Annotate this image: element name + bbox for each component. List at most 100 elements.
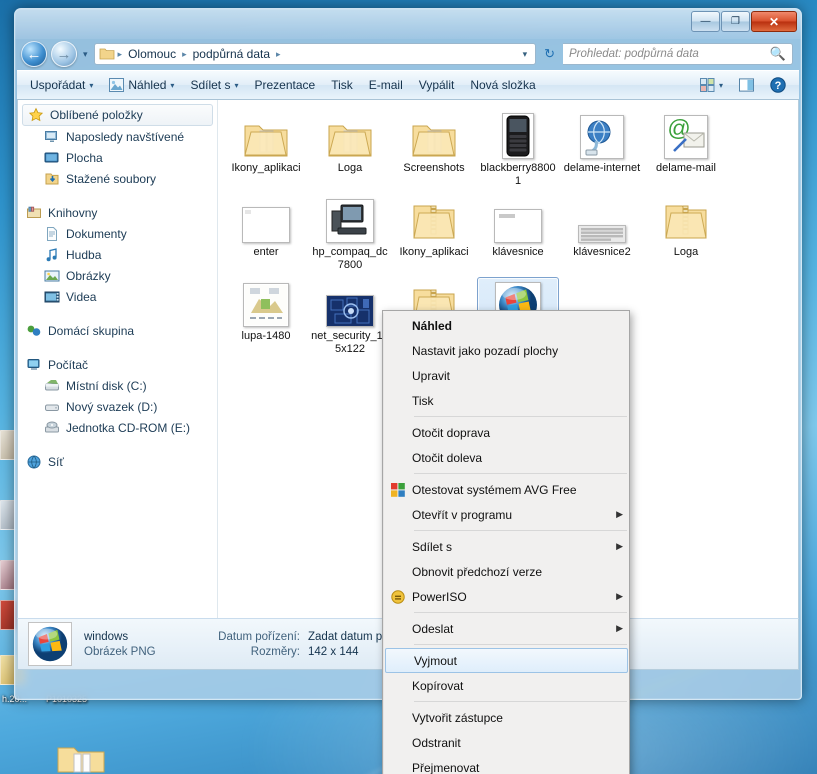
breadcrumb-separator: ▸: [117, 48, 123, 59]
file-item[interactable]: Loga: [309, 109, 391, 191]
file-item[interactable]: enter: [225, 193, 307, 275]
context-menu-item-rotate-left[interactable]: Otočit doleva: [384, 445, 629, 470]
email-button[interactable]: E-mail: [362, 74, 410, 96]
file-item[interactable]: @ delame-mail: [645, 109, 727, 191]
context-menu-separator: [414, 473, 627, 474]
context-menu[interactable]: Náhled Nastavit jako pozadí plochy Uprav…: [382, 310, 630, 774]
sidebar-item-cd-rom-e[interactable]: Jednotka CD-ROM (E:): [18, 417, 217, 438]
sidebar-item-desktop[interactable]: Plocha: [18, 147, 217, 168]
sidebar-item-label: Nový svazek (D:): [66, 399, 158, 414]
title-bar[interactable]: — ❐ ✕: [15, 9, 801, 39]
folder-icon: [99, 48, 114, 60]
details-text: windows Obrázek PNG Datum pořízení: Rozm…: [84, 631, 417, 658]
zip-folder-icon: [413, 205, 455, 239]
menu-icon-slot: [384, 482, 412, 497]
sidebar-item-computer[interactable]: Počítač: [18, 354, 217, 375]
navigation-pane[interactable]: Oblíbené položky Naposledy navštívené Pl…: [18, 100, 218, 618]
sidebar-item-music[interactable]: Hudba: [18, 244, 217, 265]
slideshow-button[interactable]: Prezentace: [247, 74, 322, 96]
history-dropdown-icon[interactable]: ▾: [81, 49, 90, 60]
sidebar-item-label: Oblíbené položky: [50, 108, 143, 122]
context-menu-item-open-with[interactable]: Otevřít v programu ▶: [384, 502, 629, 527]
burn-button[interactable]: Vypálit: [412, 74, 462, 96]
file-item[interactable]: net_security_185x122: [309, 277, 391, 359]
file-item[interactable]: lupa-1480: [225, 277, 307, 359]
organize-button[interactable]: Uspořádat ▾: [23, 74, 100, 96]
file-item[interactable]: Ikony_aplikaci: [393, 193, 475, 275]
file-item[interactable]: Screenshots: [393, 109, 475, 191]
sidebar-item-videos[interactable]: Videa: [18, 286, 217, 307]
context-menu-item-copy[interactable]: Kopírovat: [384, 673, 629, 698]
context-menu-item-nahled[interactable]: Náhled: [384, 313, 629, 338]
sidebar-item-documents[interactable]: Dokumenty: [18, 223, 217, 244]
folder-icon: [412, 125, 456, 157]
context-menu-item-rename[interactable]: Přejmenovat: [384, 755, 629, 774]
sidebar-item-downloads[interactable]: Stažené soubory: [18, 168, 217, 189]
forward-arrow-icon[interactable]: →: [51, 41, 77, 67]
poweriso-icon: [391, 589, 405, 604]
preview-pane-button[interactable]: [732, 74, 761, 96]
print-button[interactable]: Tisk: [324, 74, 360, 96]
context-menu-item-cut[interactable]: Vyjmout: [385, 648, 628, 673]
breadcrumb-item-olomouc[interactable]: Olomouc: [125, 46, 179, 62]
context-menu-item-rotate-right[interactable]: Otočit doprava: [384, 420, 629, 445]
context-menu-item-delete[interactable]: Odstranit: [384, 730, 629, 755]
submenu-arrow-icon: ▶: [616, 591, 623, 601]
documents-icon: [47, 226, 57, 241]
new-folder-button[interactable]: Nová složka: [463, 74, 542, 96]
avg-icon: [391, 482, 405, 497]
sidebar-item-favorites[interactable]: Oblíbené položky: [22, 104, 213, 126]
sidebar-item-recent-places[interactable]: Naposledy navštívené: [18, 126, 217, 147]
context-menu-item-restore-versions[interactable]: Obnovit předchozí verze: [384, 559, 629, 584]
photo-blackberry-icon: [502, 113, 534, 159]
sidebar-item-label: Knihovny: [48, 205, 98, 220]
sidebar-item-new-volume-d[interactable]: Nový svazek (D:): [18, 396, 217, 417]
file-item[interactable]: klávesnice: [477, 193, 559, 275]
file-item[interactable]: Loga: [645, 193, 727, 275]
context-menu-item-create-shortcut[interactable]: Vytvořit zástupce: [384, 705, 629, 730]
share-button[interactable]: Sdílet s ▾: [183, 74, 245, 96]
sidebar-item-homegroup[interactable]: Domácí skupina: [18, 320, 217, 341]
context-menu-item-tisk[interactable]: Tisk: [384, 388, 629, 413]
file-item[interactable]: delame-internet: [561, 109, 643, 191]
context-menu-item-avg-scan[interactable]: Otestovat systémem AVG Free: [384, 477, 629, 502]
context-menu-item-poweriso[interactable]: PowerISO ▶: [384, 584, 629, 609]
sidebar-item-local-disk-c[interactable]: Místní disk (C:): [18, 375, 217, 396]
maximize-button[interactable]: ❐: [721, 11, 750, 32]
views-button[interactable]: ▾: [693, 74, 730, 96]
chevron-down-icon: ▾: [170, 80, 175, 90]
music-icon: [46, 247, 57, 261]
file-item[interactable]: klávesnice2: [561, 193, 643, 275]
chevron-down-icon: ▾: [89, 80, 94, 90]
help-button[interactable]: ?: [763, 73, 793, 97]
file-item[interactable]: Ikony_aplikaci: [225, 109, 307, 191]
sidebar-item-network[interactable]: Síť: [18, 451, 217, 472]
breadcrumb-item-podpurna-data[interactable]: podpůrná data: [190, 46, 273, 62]
computer-icon: [27, 358, 40, 370]
sidebar-item-pictures[interactable]: Obrázky: [18, 265, 217, 286]
context-menu-item-share-with[interactable]: Sdílet s ▶: [384, 534, 629, 559]
minimize-button[interactable]: —: [691, 11, 720, 32]
close-button[interactable]: ✕: [751, 11, 797, 32]
context-menu-separator: [414, 530, 627, 531]
search-icon[interactable]: 🔍: [770, 46, 786, 62]
context-menu-item-set-wallpaper[interactable]: Nastavit jako pozadí plochy: [384, 338, 629, 363]
desktop-folder-icon[interactable]: [56, 742, 106, 774]
context-menu-item-send-to[interactable]: Odeslat ▶: [384, 616, 629, 641]
address-dropdown-icon[interactable]: ▾: [519, 49, 532, 60]
breadcrumb-separator-trailing[interactable]: ▸: [276, 49, 281, 60]
refresh-icon[interactable]: ↻: [540, 46, 559, 62]
menu-icon-slot: [384, 589, 412, 604]
search-input[interactable]: Prohledat: podpůrná data 🔍: [563, 43, 793, 65]
file-item[interactable]: hp_compaq_dc7800: [309, 193, 391, 275]
sidebar-item-libraries[interactable]: Knihovny: [18, 202, 217, 223]
view-button[interactable]: Náhled ▾: [102, 74, 181, 96]
file-label: delame-internet: [563, 162, 641, 174]
sidebar-item-label: Stažené soubory: [66, 171, 157, 186]
file-label: net_security_185x122: [311, 330, 389, 355]
file-item[interactable]: blackberry88001: [477, 109, 559, 191]
folder-icon: [328, 125, 372, 157]
breadcrumb[interactable]: ▸ Olomouc ▸ podpůrná data ▸ ▾: [93, 43, 537, 65]
context-menu-item-upravit[interactable]: Upravit: [384, 363, 629, 388]
back-arrow-icon[interactable]: ←: [21, 41, 47, 67]
